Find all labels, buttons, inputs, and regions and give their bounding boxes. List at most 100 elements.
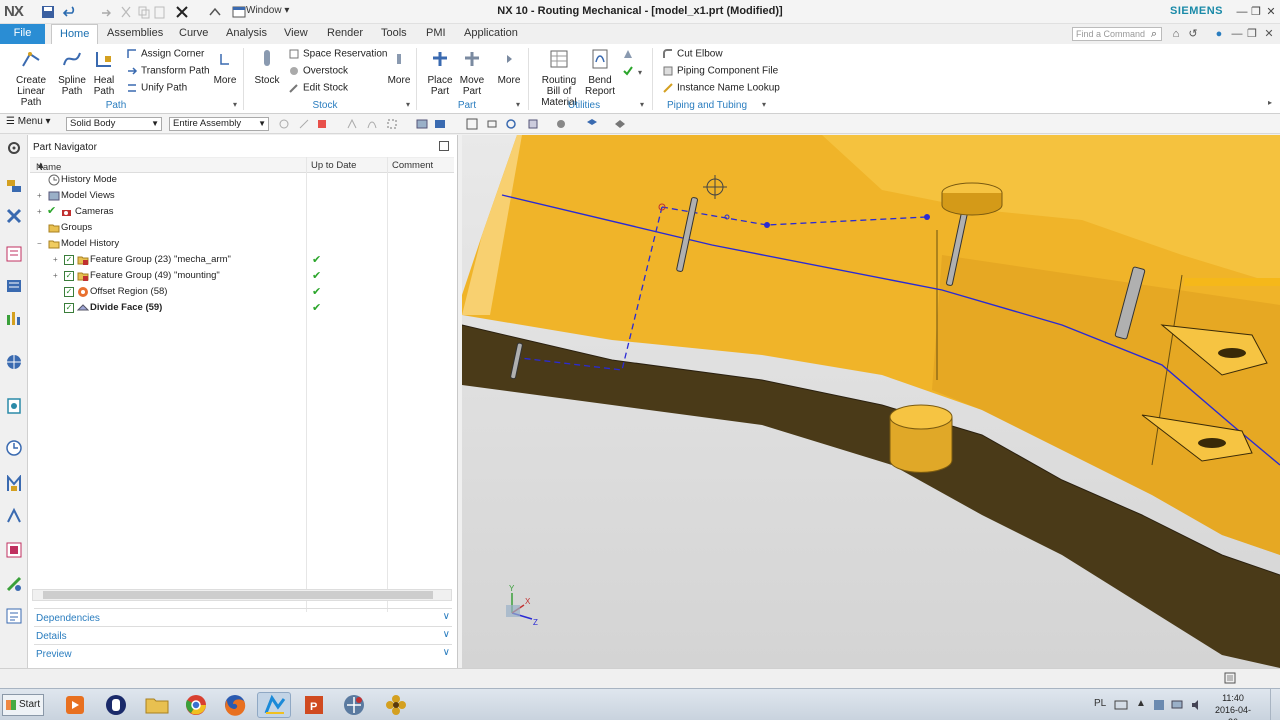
search-icon[interactable]: ⌕: [1147, 27, 1161, 41]
zoom-icon[interactable]: [486, 118, 498, 130]
rotate-icon[interactable]: [505, 118, 517, 130]
ribbon-options-icon[interactable]: ▸: [1268, 98, 1272, 107]
view-mode-icon[interactable]: [416, 118, 428, 130]
start-button[interactable]: Start: [2, 694, 44, 716]
collapse-icon[interactable]: −: [37, 239, 42, 248]
app-shield-icon[interactable]: [99, 692, 133, 718]
part-more-button[interactable]: More: [496, 48, 522, 86]
media-player-icon[interactable]: [58, 692, 92, 718]
work-layer-icon[interactable]: [586, 118, 598, 130]
file-explorer-icon[interactable]: [140, 692, 174, 718]
system-materials-icon[interactable]: [5, 475, 23, 493]
history-icon[interactable]: [5, 397, 23, 415]
tab-analysis[interactable]: Analysis: [218, 24, 275, 44]
chrome-icon[interactable]: [179, 692, 213, 718]
ribbon-close-icon[interactable]: ✕: [1262, 27, 1276, 41]
move-part-button[interactable]: Move Part: [456, 48, 488, 97]
paste-icon[interactable]: [152, 4, 168, 20]
tree-item-feature-group-49[interactable]: + ✓ Feature Group (49) "mounting" ✔: [30, 268, 454, 284]
constraint-navigator-icon[interactable]: [5, 207, 23, 225]
cut-icon[interactable]: [118, 4, 134, 20]
boss[interactable]: [889, 404, 953, 430]
window-menu[interactable]: Window ▾: [246, 5, 289, 16]
system-scenes-icon[interactable]: [5, 607, 23, 625]
selection-scope-select[interactable]: Entire Assembly ▼: [169, 117, 269, 131]
column-comment[interactable]: Comment: [392, 160, 433, 171]
tree-item-model-views[interactable]: + Model Views: [30, 188, 454, 204]
place-part-button[interactable]: Place Part: [424, 48, 456, 97]
copy-icon[interactable]: [136, 4, 152, 20]
tab-file[interactable]: File: [0, 24, 45, 44]
display-options-icon[interactable]: [614, 118, 626, 130]
reset-icon[interactable]: ↺: [1186, 27, 1200, 41]
instance-name-lookup-button[interactable]: Instance Name Lookup: [662, 82, 780, 94]
utilities-group-dropdown-icon[interactable]: ▾: [640, 100, 644, 109]
settings-gear-icon[interactable]: [5, 139, 23, 157]
routing-bill-of-material-button[interactable]: Routing Bill of Material: [534, 48, 584, 108]
keyboard-icon[interactable]: [1114, 698, 1128, 712]
path-group-dropdown-icon[interactable]: ▾: [233, 100, 237, 109]
tray-app-icon[interactable]: [1152, 698, 1166, 712]
general-selection-icon[interactable]: [298, 118, 310, 130]
part-navigator-icon[interactable]: [5, 245, 23, 263]
home-icon[interactable]: ⌂: [1169, 27, 1183, 41]
space-reservation-button[interactable]: Space Reservation: [288, 48, 388, 60]
restore-button[interactable]: ❐: [1248, 4, 1264, 20]
ribbon-restore-icon[interactable]: ❐: [1245, 27, 1259, 41]
tree-item-divide-face[interactable]: ✓ Divide Face (59) ✔: [30, 300, 454, 316]
clock-icon[interactable]: [5, 439, 23, 457]
reuse-library-icon[interactable]: [5, 277, 23, 295]
piping-component-file-button[interactable]: Piping Component File: [662, 65, 778, 77]
maximize-panel-icon[interactable]: [439, 141, 449, 151]
powerpoint-icon[interactable]: P: [297, 692, 331, 718]
assembly-navigator-icon[interactable]: [5, 177, 23, 195]
check-icon[interactable]: [622, 65, 634, 77]
stock-group-dropdown-icon[interactable]: ▾: [406, 100, 410, 109]
assign-corner-button[interactable]: Assign Corner: [126, 48, 204, 60]
selection-intent-icon[interactable]: [346, 118, 358, 130]
path-more-button[interactable]: More: [212, 48, 238, 86]
menu-button[interactable]: ☰ Menu ▾: [6, 116, 51, 127]
tree-item-groups[interactable]: Groups: [30, 220, 454, 236]
scrollbar-thumb[interactable]: [43, 591, 433, 599]
repeat-command-icon[interactable]: [207, 4, 223, 20]
web-browser-icon[interactable]: [5, 353, 23, 371]
edit-stock-button[interactable]: Edit Stock: [288, 82, 348, 94]
help-icon[interactable]: ●: [1212, 27, 1226, 41]
tab-tools[interactable]: Tools: [373, 24, 415, 44]
column-up-to-date[interactable]: Up to Date: [311, 160, 356, 171]
network-tool-icon[interactable]: [337, 692, 371, 718]
type-filter-select[interactable]: Solid Body ▼: [66, 117, 162, 131]
close-button[interactable]: ✕: [1263, 4, 1279, 20]
transform-path-button[interactable]: Transform Path: [126, 65, 210, 77]
tree-item-history-mode[interactable]: History Mode: [30, 172, 454, 188]
redo-icon[interactable]: [96, 4, 112, 20]
check-dropdown-icon[interactable]: ▾: [638, 68, 642, 77]
system-clock[interactable]: 11:40 2016-04-26: [1210, 692, 1256, 720]
column-name[interactable]: Name ▲: [36, 160, 61, 173]
unify-path-button[interactable]: Unify Path: [126, 82, 187, 94]
volume-icon[interactable]: [1190, 698, 1204, 712]
show-desktop-button[interactable]: [1270, 689, 1280, 720]
nx-taskbar-button[interactable]: [257, 692, 291, 718]
stock-more-button[interactable]: More: [386, 48, 412, 86]
tree-item-model-history[interactable]: − Model History: [30, 236, 454, 252]
select-curve-icon[interactable]: [366, 118, 378, 130]
details-panel[interactable]: Details ∨: [34, 626, 452, 644]
tab-application[interactable]: Application: [456, 24, 526, 44]
feature-checkbox[interactable]: ✓: [64, 287, 74, 297]
create-linear-path-button[interactable]: Create Linear Path: [6, 48, 56, 108]
language-indicator[interactable]: PL: [1094, 698, 1106, 709]
save-icon[interactable]: [40, 4, 56, 20]
feature-checkbox[interactable]: ✓: [64, 303, 74, 313]
tab-home[interactable]: Home: [51, 24, 99, 44]
undo-icon[interactable]: [62, 4, 78, 20]
feature-checkbox[interactable]: ✓: [64, 271, 74, 281]
tab-assemblies[interactable]: Assemblies: [99, 24, 171, 44]
orient-view-icon[interactable]: [527, 118, 539, 130]
expand-icon[interactable]: +: [37, 191, 42, 200]
route-point[interactable]: [924, 214, 930, 220]
cut-elbow-button[interactable]: Cut Elbow: [662, 48, 723, 60]
expand-icon[interactable]: +: [53, 271, 58, 280]
route-point[interactable]: [764, 222, 770, 228]
